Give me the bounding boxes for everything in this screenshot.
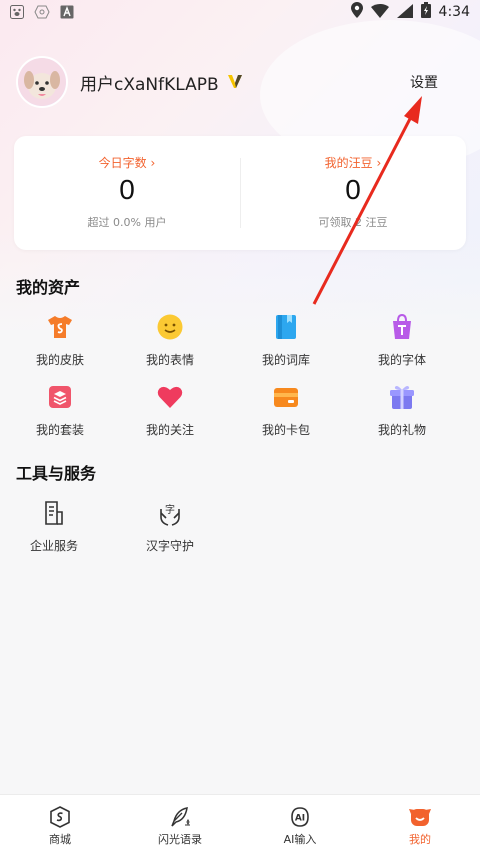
nav-label: 我的 (409, 833, 431, 846)
asset-item-card-wallet[interactable]: 我的卡包 (226, 383, 346, 438)
wang-beans-value: 0 (345, 174, 361, 205)
dog-avatar-icon (18, 58, 66, 106)
tool-label: 企业服务 (29, 539, 78, 553)
assets-section-title: 我的资产 (16, 278, 81, 297)
chevron-right-icon: › (150, 156, 156, 170)
gift-icon (388, 383, 416, 411)
asset-label: 我的词库 (261, 353, 310, 367)
status-bar: 4:34 (0, 0, 480, 24)
asset-item-follow[interactable]: 我的关注 (110, 383, 230, 438)
avatar[interactable] (16, 56, 68, 108)
nav-item-quotes[interactable]: 闪光语录 (120, 795, 240, 853)
feather-pen-icon (168, 805, 192, 829)
a-notification-icon (60, 5, 74, 19)
svg-text:字: 字 (165, 503, 175, 516)
today-characters-sub: 超过 0.0% 用户 (87, 216, 167, 229)
hands-character-icon: 字 (156, 499, 184, 527)
asset-label: 我的卡包 (261, 423, 310, 437)
asset-item-skin[interactable]: 我的皮肤 (0, 313, 120, 368)
today-characters-stat[interactable]: 今日字数 › 0 超过 0.0% 用户 (14, 136, 240, 250)
vip-badge-icon[interactable] (227, 73, 243, 93)
card-wallet-icon (272, 383, 300, 411)
asset-item-gift[interactable]: 我的礼物 (342, 383, 462, 438)
wang-beans-stat[interactable]: 我的汪豆 › 0 可领取 2 汪豆 (240, 136, 466, 250)
asset-label: 我的礼物 (377, 423, 426, 437)
nav-item-mine[interactable]: 我的 (360, 795, 480, 853)
cellular-signal-icon (396, 3, 413, 22)
asset-item-font[interactable]: 我的字体 (342, 313, 462, 368)
nav-item-shop[interactable]: 商城 (0, 795, 120, 853)
font-bag-icon (388, 313, 416, 341)
tool-item-enterprise[interactable]: 企业服务 (0, 499, 114, 554)
nav-label: AI输入 (283, 833, 317, 846)
svg-text:AI: AI (295, 814, 305, 824)
paw-notification-icon (10, 5, 24, 19)
dog-face-icon (408, 805, 432, 829)
nav-label: 闪光语录 (158, 833, 202, 846)
bottom-nav: 商城 闪光语录 AI AI输入 我的 (0, 794, 480, 853)
username: 用户cXaNfKLAPB (80, 75, 219, 95)
wang-beans-sub: 可领取 2 汪豆 (318, 216, 388, 229)
today-characters-title: 今日字数 › (98, 156, 156, 170)
tool-label: 汉字守护 (145, 539, 194, 553)
asset-item-emoji[interactable]: 我的表情 (110, 313, 230, 368)
asset-item-suite[interactable]: 我的套装 (0, 383, 120, 438)
today-characters-value: 0 (119, 174, 135, 205)
battery-charging-icon (420, 2, 431, 22)
chevron-right-icon: › (376, 156, 382, 170)
wang-beans-title: 我的汪豆 › (324, 156, 382, 170)
settings-button[interactable]: 设置 (410, 72, 438, 92)
asset-label: 我的皮肤 (35, 353, 84, 367)
asset-label: 我的表情 (145, 353, 194, 367)
book-icon (272, 313, 300, 341)
asset-item-dictionary[interactable]: 我的词库 (226, 313, 346, 368)
location-icon (350, 2, 363, 22)
smiley-icon (156, 313, 184, 341)
asset-label: 我的字体 (377, 353, 426, 367)
document-icon (40, 499, 68, 527)
asset-label: 我的套装 (35, 423, 84, 437)
status-time: 4:34 (438, 4, 470, 20)
nav-label: 商城 (49, 833, 71, 846)
stats-card: 今日字数 › 0 超过 0.0% 用户 我的汪豆 › 0 可领取 2 汪豆 (14, 136, 466, 250)
shirt-icon (46, 313, 74, 341)
layers-icon (46, 383, 74, 411)
nav-item-ai-input[interactable]: AI AI输入 (240, 795, 360, 853)
shop-icon (48, 805, 72, 829)
heart-icon (156, 383, 184, 411)
tool-item-character-guard[interactable]: 字 汉字守护 (110, 499, 230, 554)
ai-icon: AI (288, 805, 312, 829)
asset-label: 我的关注 (145, 423, 194, 437)
wifi-icon (370, 3, 389, 22)
tools-section-title: 工具与服务 (16, 464, 97, 483)
settings-notification-icon (34, 5, 50, 19)
